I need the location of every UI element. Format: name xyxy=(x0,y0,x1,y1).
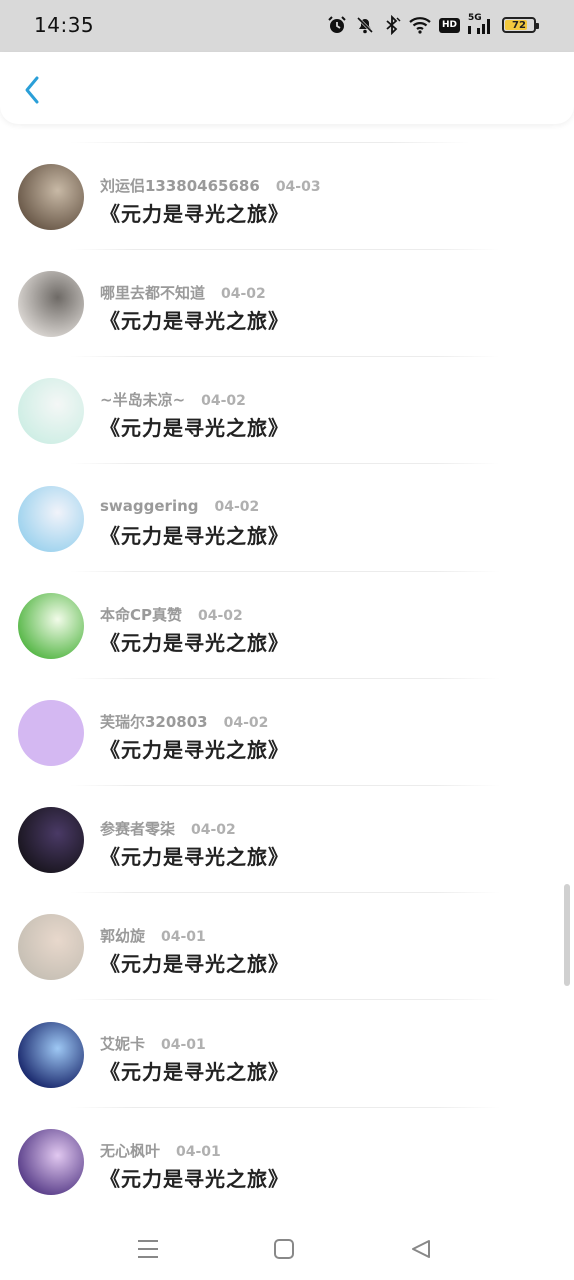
avatar[interactable] xyxy=(18,485,84,552)
status-time: 14:35 xyxy=(34,13,95,37)
comment-text: 《元力是寻光之旅》 xyxy=(100,952,289,977)
wifi-icon xyxy=(409,17,431,34)
username[interactable]: swaggering xyxy=(100,497,199,515)
avatar[interactable] xyxy=(18,914,84,981)
menu-button[interactable] xyxy=(133,1234,163,1264)
status-bar: 14:35 HD 5G 72 xyxy=(0,0,574,52)
avatar[interactable] xyxy=(18,378,84,445)
home-square-icon xyxy=(274,1239,294,1259)
comment-text: 《元力是寻光之旅》 xyxy=(100,309,289,334)
list-item[interactable]: 哪里去都不知道 04-02 《元力是寻光之旅》 xyxy=(0,250,574,358)
comment-text: 《元力是寻光之旅》 xyxy=(100,845,289,870)
comment-text: 《元力是寻光之旅》 xyxy=(100,416,289,441)
comment-meta: 刘运侣13380465686 04-03 xyxy=(100,175,321,196)
username[interactable]: 艾妮卡 xyxy=(100,1033,145,1054)
comment-meta: 无心枫叶 04-01 xyxy=(100,1140,221,1161)
avatar[interactable] xyxy=(18,164,84,230)
system-back-button[interactable] xyxy=(406,1234,436,1264)
avatar[interactable] xyxy=(18,592,84,659)
battery-level: 72 xyxy=(512,19,526,31)
comment-meta: 艾妮卡 04-01 xyxy=(100,1033,206,1054)
comment-text: 《元力是寻光之旅》 xyxy=(100,1059,289,1084)
comment-date: 04-02 xyxy=(214,498,260,515)
list-item[interactable]: 郭幼旋 04-01 《元力是寻光之旅》 xyxy=(0,893,574,1001)
chevron-left-icon xyxy=(25,76,39,104)
username[interactable]: 芙瑞尔320803 xyxy=(100,711,208,732)
comment-meta: swaggering 04-02 xyxy=(100,497,259,515)
avatar[interactable] xyxy=(18,700,84,766)
back-button[interactable] xyxy=(14,70,50,110)
menu-icon xyxy=(138,1240,158,1258)
comment-date: 04-01 xyxy=(161,1036,206,1053)
battery-icon: 72 xyxy=(502,17,539,33)
username[interactable]: ~半岛未凉~ xyxy=(100,389,185,410)
comment-text: 《元力是寻光之旅》 xyxy=(100,523,289,548)
comment-date: 04-02 xyxy=(198,607,243,624)
home-button[interactable] xyxy=(269,1234,299,1264)
list-item[interactable]: ~半岛未凉~ 04-02 《元力是寻光之旅》 xyxy=(0,357,574,465)
comment-text: 《元力是寻光之旅》 xyxy=(100,630,289,655)
avatar[interactable] xyxy=(18,1021,84,1088)
status-icons: HD 5G 72 xyxy=(327,13,539,37)
scrollbar[interactable] xyxy=(564,884,570,986)
comment-meta: 哪里去都不知道 04-02 xyxy=(100,282,266,303)
avatar[interactable] xyxy=(18,271,84,338)
username[interactable]: 无心枫叶 xyxy=(100,1140,160,1161)
back-triangle-icon xyxy=(412,1240,430,1258)
list-item[interactable]: 无心枫叶 04-01 《元力是寻光之旅》 xyxy=(0,1108,574,1215)
username[interactable]: 参赛者零柒 xyxy=(100,818,175,839)
list-item[interactable]: 芙瑞尔320803 04-02 《元力是寻光之旅》 xyxy=(0,679,574,786)
list-item[interactable]: 刘运侣13380465686 04-03 《元力是寻光之旅》 xyxy=(0,143,574,250)
top-app-bar xyxy=(0,52,574,124)
comment-date: 04-02 xyxy=(191,822,236,839)
comment-meta: 郭幼旋 04-01 xyxy=(100,925,206,946)
comment-date: 04-02 xyxy=(201,393,246,410)
comment-meta: 芙瑞尔320803 04-02 xyxy=(100,711,268,732)
avatar[interactable] xyxy=(18,807,84,874)
alarm-icon xyxy=(328,16,346,33)
list-item[interactable]: 艾妮卡 04-01 《元力是寻光之旅》 xyxy=(0,1001,574,1108)
username[interactable]: 本命CP真赞 xyxy=(100,604,182,625)
bluetooth-icon xyxy=(386,15,401,35)
comment-text: 《元力是寻光之旅》 xyxy=(100,738,289,762)
comment-date: 04-01 xyxy=(176,1143,221,1160)
comment-meta: 本命CP真赞 04-02 xyxy=(100,604,243,625)
avatar[interactable] xyxy=(18,1128,84,1195)
comment-date: 04-02 xyxy=(221,286,266,303)
comment-meta: ~半岛未凉~ 04-02 xyxy=(100,389,246,410)
list-item[interactable]: 本命CP真赞 04-02 《元力是寻光之旅》 xyxy=(0,572,574,679)
hd-icon: HD xyxy=(438,17,460,33)
username[interactable]: 刘运侣13380465686 xyxy=(100,175,260,196)
comment-date: 04-02 xyxy=(223,715,269,731)
comment-date: 04-01 xyxy=(161,929,206,946)
comment-meta: 参赛者零柒 04-02 xyxy=(100,818,236,839)
username[interactable]: 郭幼旋 xyxy=(100,925,145,946)
system-nav-bar xyxy=(0,1218,574,1280)
signal-icon: 5G xyxy=(468,13,494,35)
comment-text: 《元力是寻光之旅》 xyxy=(100,1166,289,1191)
list-item[interactable]: 参赛者零柒 04-02 《元力是寻光之旅》 xyxy=(0,786,574,894)
username[interactable]: 哪里去都不知道 xyxy=(100,282,205,303)
mute-icon xyxy=(356,16,374,34)
list-item[interactable]: swaggering 04-02 《元力是寻光之旅》 xyxy=(0,465,574,572)
comment-date: 04-03 xyxy=(275,179,321,195)
comment-text: 《元力是寻光之旅》 xyxy=(100,202,289,226)
